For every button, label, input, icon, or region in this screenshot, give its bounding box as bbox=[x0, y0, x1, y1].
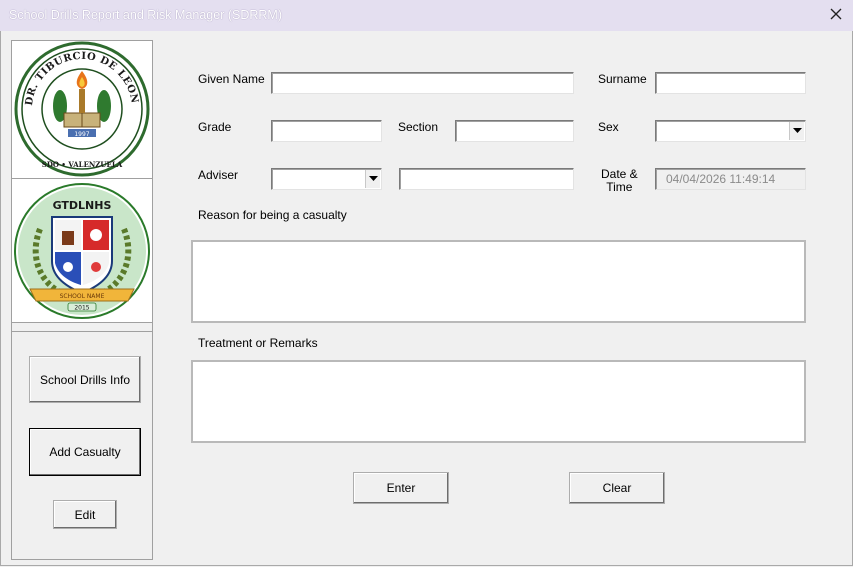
sidebar: DR. TIBURCIO DE LEON NATIONAL HIGH SCHOO… bbox=[7, 33, 153, 560]
reason-textarea[interactable] bbox=[191, 240, 806, 323]
sex-label: Sex bbox=[598, 120, 619, 134]
enter-button[interactable]: Enter bbox=[353, 472, 449, 504]
gtdlnhs-logo: GTDLNHS SCHOOL NAME 2015 bbox=[12, 179, 152, 323]
logo2-title: GTDLNHS bbox=[53, 199, 112, 212]
surname-field[interactable] bbox=[655, 72, 806, 94]
edit-button[interactable]: Edit bbox=[53, 500, 117, 529]
logo2-ribbon: SCHOOL NAME bbox=[60, 293, 105, 300]
close-icon[interactable] bbox=[827, 4, 845, 24]
sex-combo[interactable] bbox=[655, 120, 806, 142]
add-casualty-button[interactable]: Add Casualty bbox=[29, 428, 141, 476]
adviser-label: Adviser bbox=[198, 168, 239, 182]
clear-button[interactable]: Clear bbox=[569, 472, 665, 504]
school-logo: DR. TIBURCIO DE LEON NATIONAL HIGH SCHOO… bbox=[7, 33, 152, 179]
grade-label: Grade bbox=[198, 120, 232, 134]
logo-city-text: SDO • VALENZUELA bbox=[42, 160, 123, 169]
title-bar: School Drills Report and Risk Manager (S… bbox=[0, 0, 853, 31]
given-name-label: Given Name bbox=[198, 72, 265, 86]
datetime-label-line2: Time bbox=[606, 180, 633, 194]
remarks-label: Treatment or Remarks bbox=[198, 336, 318, 350]
surname-label: Surname bbox=[598, 72, 647, 86]
datetime-field: 04/04/2026 11:49:14 bbox=[655, 168, 806, 190]
section-label: Section bbox=[398, 120, 439, 134]
chevron-down-icon[interactable] bbox=[789, 122, 804, 140]
section-field[interactable] bbox=[455, 120, 574, 142]
adviser-combo[interactable] bbox=[271, 168, 382, 190]
grade-field[interactable] bbox=[271, 120, 382, 142]
logo-year: 1997 bbox=[74, 131, 89, 138]
given-name-field[interactable] bbox=[271, 72, 574, 94]
adviser-name-field[interactable] bbox=[399, 168, 574, 190]
logo2-year: 2015 bbox=[74, 305, 89, 312]
sidebar-divider bbox=[12, 331, 152, 332]
remarks-textarea[interactable] bbox=[191, 360, 806, 443]
school-drills-info-button[interactable]: School Drills Info bbox=[29, 356, 141, 403]
datetime-label: Date & Time bbox=[601, 168, 638, 194]
window-title: School Drills Report and Risk Manager (S… bbox=[9, 8, 282, 22]
chevron-down-icon[interactable] bbox=[365, 170, 380, 188]
reason-label: Reason for being a casualty bbox=[198, 208, 347, 222]
